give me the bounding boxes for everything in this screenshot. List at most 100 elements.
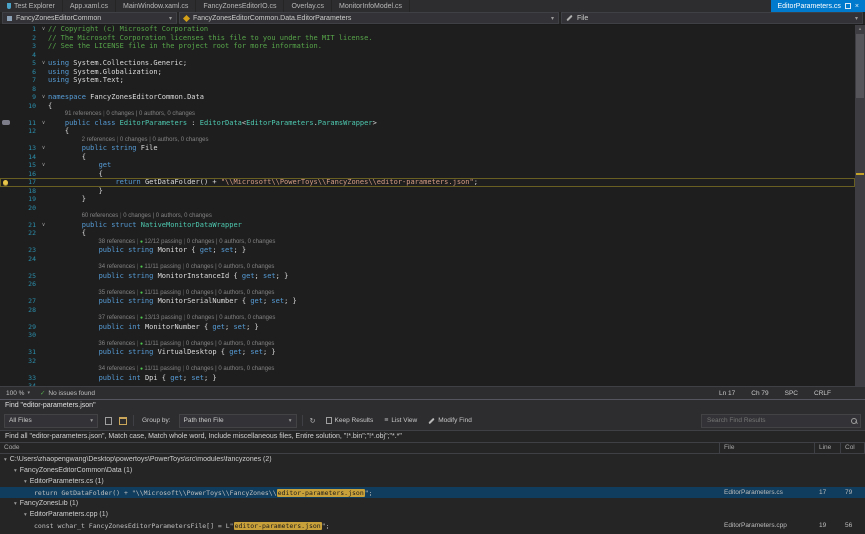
fold-margin[interactable] xyxy=(39,314,48,323)
fold-margin[interactable] xyxy=(39,170,48,179)
codelens-text[interactable]: 38 references | ● 12/12 passing | 0 chan… xyxy=(48,238,855,247)
fold-margin[interactable] xyxy=(39,51,48,60)
type-dropdown[interactable]: FancyZonesEditorCommon.Data.EditorParame… xyxy=(179,12,559,24)
fold-margin[interactable] xyxy=(39,246,48,255)
fold-margin[interactable] xyxy=(39,76,48,85)
scrollbar-thumb[interactable] xyxy=(856,34,864,98)
codelens-references-link[interactable]: 34 references xyxy=(98,264,135,270)
code-text[interactable] xyxy=(48,204,855,213)
code-text[interactable]: { xyxy=(48,127,855,136)
code-text[interactable]: { xyxy=(48,102,855,111)
code-text[interactable]: public class EditorParameters : EditorDa… xyxy=(48,119,855,128)
glyph-margin[interactable] xyxy=(0,212,12,221)
column-header-file[interactable]: File xyxy=(720,443,815,453)
find-tree-row[interactable]: ▾FancyZonesEditorCommon\Data (1) xyxy=(0,465,865,476)
codelens-text[interactable]: 60 references | 0 changes | 0 authors, 0… xyxy=(48,212,855,221)
fold-margin[interactable] xyxy=(39,85,48,94)
find-tree-row[interactable]: ▾FancyZonesLib (1) xyxy=(0,498,865,509)
fold-chevron-icon[interactable]: ∨ xyxy=(39,144,48,153)
glyph-margin[interactable] xyxy=(0,306,12,315)
code-text[interactable]: using System.Text; xyxy=(48,76,855,85)
glyph-margin[interactable] xyxy=(0,178,12,187)
code-text[interactable] xyxy=(48,306,855,315)
fold-margin[interactable] xyxy=(39,323,48,332)
editor-scrollbar[interactable]: ▴ xyxy=(855,25,865,386)
fold-margin[interactable] xyxy=(39,272,48,281)
code-text[interactable] xyxy=(48,331,855,340)
tab-fancyzoneseditorio-cs[interactable]: FancyZonesEditorIO.cs xyxy=(196,0,284,12)
glyph-margin[interactable] xyxy=(0,85,12,94)
codelens-test-status[interactable]: 11/11 passing xyxy=(144,341,180,347)
glyph-margin[interactable] xyxy=(0,102,12,111)
codelens-references-link[interactable]: 34 references xyxy=(98,366,135,372)
glyph-margin[interactable] xyxy=(0,187,12,196)
fold-margin[interactable] xyxy=(39,187,48,196)
glyph-margin[interactable] xyxy=(0,255,12,264)
fold-margin[interactable] xyxy=(39,357,48,366)
fold-margin[interactable] xyxy=(39,382,48,386)
column-header-line[interactable]: Line xyxy=(815,443,841,453)
glyph-margin[interactable] xyxy=(0,238,12,247)
code-text[interactable]: } xyxy=(48,195,855,204)
codelens-text[interactable]: 37 references | ● 13/13 passing | 0 chan… xyxy=(48,314,855,323)
scope-dropdown[interactable]: All Files ▾ xyxy=(4,414,98,428)
fold-margin[interactable] xyxy=(39,110,48,119)
fold-margin[interactable] xyxy=(39,136,48,145)
codelens-references-link[interactable]: 35 references xyxy=(98,290,135,296)
expander-icon[interactable]: ▾ xyxy=(24,479,27,485)
scroll-up-icon[interactable]: ▴ xyxy=(855,25,865,33)
codelens-text[interactable]: 36 references | ● 11/11 passing | 0 chan… xyxy=(48,340,855,349)
tab-test-explorer[interactable]: Test Explorer xyxy=(0,0,63,12)
glyph-margin[interactable] xyxy=(0,34,12,43)
fold-margin[interactable] xyxy=(39,289,48,298)
code-text[interactable]: public struct NativeMonitorDataWrapper xyxy=(48,221,855,230)
fold-margin[interactable] xyxy=(39,297,48,306)
fold-margin[interactable] xyxy=(39,238,48,247)
refresh-icon[interactable]: ↻ xyxy=(308,415,318,426)
glyph-margin[interactable] xyxy=(0,76,12,85)
code-text[interactable] xyxy=(48,357,855,366)
code-area[interactable]: 1∨// Copyright (c) Microsoft Corporation… xyxy=(0,25,855,386)
glyph-margin[interactable] xyxy=(0,331,12,340)
codelens-text[interactable]: 2 references | 0 changes | 0 authors, 0 … xyxy=(48,136,855,145)
fold-margin[interactable] xyxy=(39,340,48,349)
fold-margin[interactable] xyxy=(39,306,48,315)
pin-icon[interactable] xyxy=(845,3,851,9)
fold-margin[interactable] xyxy=(39,229,48,238)
codelens-test-status[interactable]: 11/11 passing xyxy=(144,366,180,372)
close-icon[interactable]: × xyxy=(855,3,859,10)
tab-editorparameters-cs[interactable]: EditorParameters.cs × xyxy=(771,0,865,12)
glyph-margin[interactable] xyxy=(0,340,12,349)
fold-chevron-icon[interactable]: ∨ xyxy=(39,161,48,170)
glyph-margin[interactable] xyxy=(0,289,12,298)
code-text[interactable]: public int MonitorNumber { get; set; } xyxy=(48,323,855,332)
codelens-text[interactable]: 34 references | ● 11/11 passing | 0 chan… xyxy=(48,365,855,374)
fold-margin[interactable] xyxy=(39,348,48,357)
glyph-margin[interactable] xyxy=(0,348,12,357)
codelens-test-status[interactable]: 13/13 passing xyxy=(144,315,181,321)
glyph-margin[interactable] xyxy=(0,93,12,102)
codelens-history[interactable]: 0 changes | 0 authors, 0 changes xyxy=(186,290,275,296)
codelens-references-link[interactable]: 38 references xyxy=(98,239,135,245)
code-text[interactable] xyxy=(48,51,855,60)
glyph-margin[interactable] xyxy=(0,153,12,162)
glyph-margin[interactable] xyxy=(0,272,12,281)
codelens-history[interactable]: 0 changes | 0 authors, 0 changes xyxy=(120,137,209,143)
fold-chevron-icon[interactable]: ∨ xyxy=(39,119,48,128)
code-text[interactable]: public int Dpi { get; set; } xyxy=(48,374,855,383)
glyph-margin[interactable] xyxy=(0,119,12,128)
codelens-references-link[interactable]: 36 references xyxy=(98,341,135,347)
fold-margin[interactable] xyxy=(39,255,48,264)
fold-margin[interactable] xyxy=(39,365,48,374)
keep-results-toggle[interactable]: Keep Results xyxy=(323,417,377,424)
code-text[interactable]: // Copyright (c) Microsoft Corporation xyxy=(48,25,855,34)
glyph-margin[interactable] xyxy=(0,263,12,272)
fold-chevron-icon[interactable]: ∨ xyxy=(39,221,48,230)
fold-margin[interactable] xyxy=(39,280,48,289)
glyph-margin[interactable] xyxy=(0,374,12,383)
fold-chevron-icon[interactable]: ∨ xyxy=(39,25,48,34)
group-by-dropdown[interactable]: Path then File ▾ xyxy=(179,414,297,428)
find-results-search[interactable] xyxy=(701,414,861,428)
glyph-margin[interactable] xyxy=(0,161,12,170)
tab-mainwindow-xaml-cs[interactable]: MainWindow.xaml.cs xyxy=(116,0,196,12)
